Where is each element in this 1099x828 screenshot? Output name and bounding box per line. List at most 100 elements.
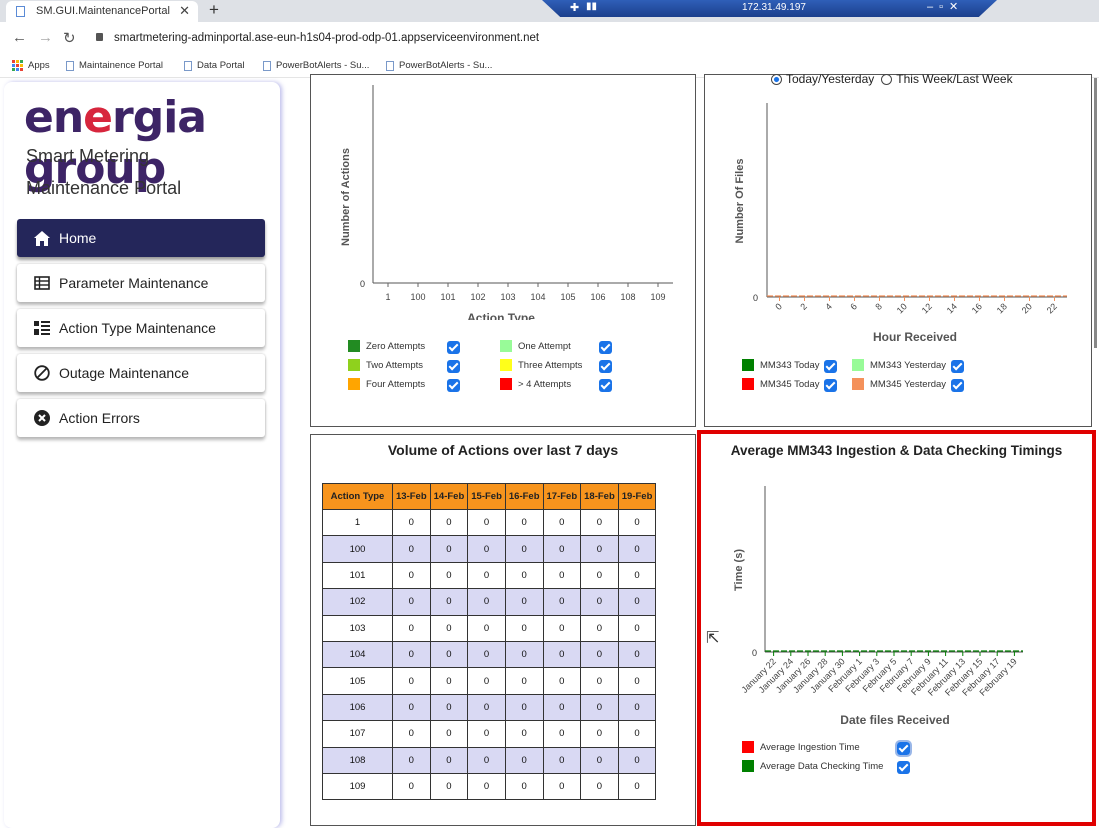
count-cell: 0 <box>429 693 469 722</box>
bookmark-powerbotalerts-1[interactable]: PowerBotAlerts - Su... <box>263 60 369 71</box>
legend-checkbox[interactable] <box>447 379 460 392</box>
back-arrow-icon[interactable]: ← <box>12 29 27 46</box>
action-chart-legend: Zero Attempts One Attempt Two Attempts T… <box>311 75 695 427</box>
table-row: 108 0 0 0 0 0 0 0 <box>322 746 657 774</box>
table-row: 109 0 0 0 0 0 0 0 <box>322 772 657 801</box>
legend-swatch <box>742 378 754 390</box>
bookmark-data-portal[interactable]: Data Portal <box>184 60 245 71</box>
count-cell: 0 <box>429 640 469 669</box>
count-cell: 0 <box>542 746 582 774</box>
action-type-cell: 108 <box>322 746 393 774</box>
action-type-cell: 101 <box>322 561 393 590</box>
reload-icon[interactable]: ↻ <box>63 29 76 47</box>
legend-swatch <box>348 340 360 352</box>
count-cell: 0 <box>392 772 431 801</box>
sidebar-item-action-errors[interactable]: Action Errors <box>17 399 265 437</box>
count-cell: 0 <box>504 640 544 669</box>
table-row: 100 0 0 0 0 0 0 0 <box>322 535 657 563</box>
browser-tab-bar: SM.GUI.MaintenancePortal ✕ + ✚ ▮▮ 172.31… <box>0 0 1099 22</box>
legend-checkbox[interactable] <box>599 341 612 354</box>
count-cell: 0 <box>542 667 582 695</box>
close-tab-icon[interactable]: ✕ <box>179 3 190 19</box>
lock-icon <box>96 33 103 41</box>
files-chart-legend: MM343 Today MM343 Yesterday MM345 Today … <box>705 75 1091 427</box>
legend-checkbox[interactable] <box>897 761 910 774</box>
sidebar-item-label: Action Type Maintenance <box>59 320 216 336</box>
table-header-cell: 13-Feb <box>392 483 431 510</box>
count-cell: 0 <box>617 667 657 695</box>
table-row: 103 0 0 0 0 0 0 0 <box>322 614 657 642</box>
count-cell: 0 <box>617 535 657 563</box>
sidebar-item-parameter-maintenance[interactable]: Parameter Maintenance <box>17 264 265 302</box>
legend-checkbox[interactable] <box>895 740 912 757</box>
legend-checkbox[interactable] <box>447 360 460 373</box>
count-cell: 0 <box>392 535 431 563</box>
count-cell: 0 <box>429 508 469 537</box>
table-header-cell: 14-Feb <box>429 483 469 510</box>
count-cell: 0 <box>617 614 657 642</box>
legend-swatch <box>348 378 360 390</box>
legend-item: MM343 Yesterday <box>852 359 946 371</box>
scrollbar-divider <box>1094 78 1097 348</box>
count-cell: 0 <box>429 746 469 774</box>
address-bar[interactable]: smartmetering-adminportal.ase-eun-h1s04-… <box>114 32 539 44</box>
count-cell: 0 <box>542 561 582 590</box>
sidebar-item-action-type-maintenance[interactable]: Action Type Maintenance <box>17 309 265 347</box>
list-icon <box>33 319 51 337</box>
legend-swatch <box>742 741 754 753</box>
sidebar-item-label: Outage Maintenance <box>59 365 189 381</box>
count-cell: 0 <box>429 535 469 563</box>
sidebar-item-outage-maintenance[interactable]: Outage Maintenance <box>17 354 265 392</box>
count-cell: 0 <box>392 720 431 748</box>
legend-checkbox[interactable] <box>951 379 964 392</box>
count-cell: 0 <box>392 667 431 695</box>
legend-checkbox[interactable] <box>824 379 837 392</box>
legend-swatch <box>500 378 512 390</box>
app-title-line-1: Smart Metering <box>26 146 150 166</box>
sidebar-item-home[interactable]: Home <box>17 219 265 257</box>
count-cell: 0 <box>467 667 506 695</box>
bookmark-label: PowerBotAlerts - Su... <box>399 60 493 71</box>
page-favicon-icon <box>16 6 25 17</box>
browser-tab[interactable]: SM.GUI.MaintenancePortal ✕ <box>6 1 198 22</box>
count-cell: 0 <box>429 772 469 801</box>
action-type-cell: 102 <box>322 588 393 616</box>
legend-item: Four Attempts <box>348 378 425 390</box>
table-header-cell: Action Type <box>322 483 393 510</box>
count-cell: 0 <box>392 508 431 537</box>
legend-item: Average Ingestion Time <box>742 741 860 753</box>
bookmark-label: Data Portal <box>197 60 245 71</box>
count-cell: 0 <box>392 561 431 590</box>
legend-checkbox[interactable] <box>824 360 837 373</box>
home-icon <box>33 229 51 247</box>
legend-item: MM345 Today <box>742 378 820 390</box>
count-cell: 0 <box>617 746 657 774</box>
table-row: 101 0 0 0 0 0 0 0 <box>322 561 657 590</box>
page-icon <box>386 60 394 71</box>
count-cell: 0 <box>580 640 619 669</box>
sidebar: energia group Smart Metering Maintenance… <box>4 82 280 828</box>
window-controls-icon[interactable]: ‒▫✕ <box>927 0 964 13</box>
table-header-cell: 17-Feb <box>542 483 582 510</box>
count-cell: 0 <box>580 693 619 722</box>
legend-checkbox[interactable] <box>447 341 460 354</box>
legend-checkbox[interactable] <box>599 360 612 373</box>
legend-checkbox[interactable] <box>951 360 964 373</box>
new-tab-button[interactable]: + <box>209 0 219 20</box>
action-type-cell: 1 <box>322 508 393 537</box>
pin-icon[interactable]: ✚ <box>570 1 579 14</box>
sidebar-item-label: Parameter Maintenance <box>59 275 209 291</box>
page-icon <box>66 60 74 71</box>
panel-title: Volume of Actions over last 7 days <box>387 442 619 458</box>
bookmark-powerbotalerts-2[interactable]: PowerBotAlerts - Su... <box>386 60 492 71</box>
bookmark-maintainence-portal[interactable]: Maintainence Portal <box>66 60 163 71</box>
count-cell: 0 <box>617 693 657 722</box>
count-cell: 0 <box>467 614 506 642</box>
legend-checkbox[interactable] <box>599 379 612 392</box>
bookmark-apps[interactable]: Apps <box>12 60 50 71</box>
remote-desktop-bar: ✚ ▮▮ 172.31.49.197 ‒▫✕ <box>542 0 997 17</box>
count-cell: 0 <box>429 588 469 616</box>
forward-arrow-icon[interactable]: → <box>38 29 53 46</box>
page-icon <box>263 60 271 71</box>
page-icon <box>184 60 192 71</box>
